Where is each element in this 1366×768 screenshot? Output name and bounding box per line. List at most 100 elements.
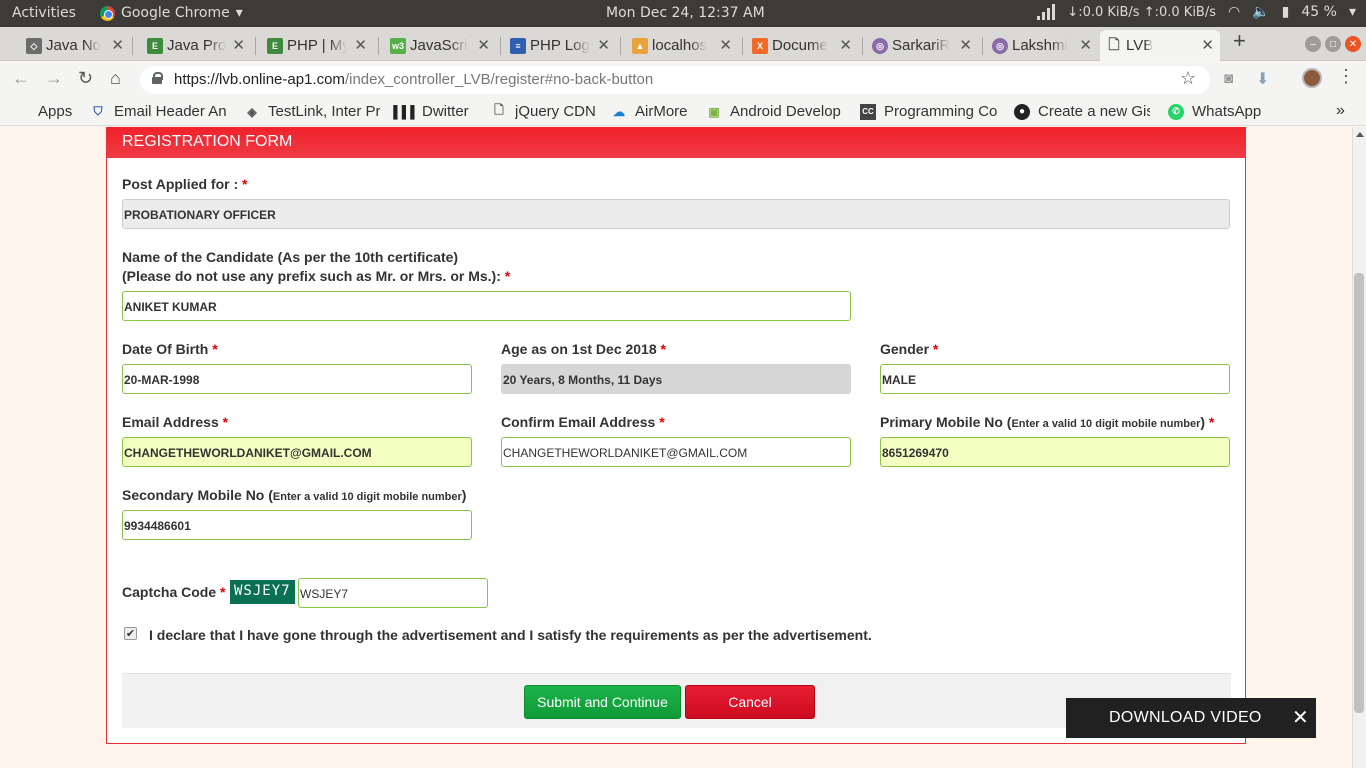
declaration-checkbox[interactable]: ✔ — [124, 627, 137, 640]
tab-sarkari-result[interactable]: ◎ SarkariR ✕ — [866, 30, 978, 61]
app-name: Google Chrome — [121, 5, 230, 21]
primary-mobile-field[interactable]: 8651269470 — [880, 437, 1230, 467]
candidate-name-field[interactable]: ANIKET KUMAR — [122, 291, 851, 321]
maximize-icon[interactable]: □ — [1325, 36, 1341, 52]
scroll-up-icon[interactable] — [1356, 132, 1364, 137]
close-icon[interactable]: ✕ — [959, 36, 972, 54]
system-tray[interactable]: ↓:0.0 KiB/s ↑:0.0 KiB/s ◠ 🔈 ▮ 45 % ▾ — [1037, 4, 1356, 20]
bookmark-testlink[interactable]: ◈ TestLink, Inter Pr — [244, 103, 380, 120]
tab-php-login[interactable]: ≡ PHP Log ✕ — [504, 30, 616, 61]
tab-bar: ◇ Java No ✕ E Java Pro ✕ E PHP | My ✕ w3… — [0, 27, 1366, 61]
page-scrollbar[interactable] — [1352, 127, 1366, 768]
bookmark-jquery-cdn[interactable]: 🗋 jQuery CDN — [491, 103, 596, 120]
name-label: Name of the Candidate (As per the 10th c… — [122, 249, 511, 284]
xampp-doc-icon: X — [752, 38, 768, 54]
android-icon: ▣ — [708, 104, 720, 119]
age-label: Age as on 1st Dec 2018 * — [501, 341, 666, 357]
app-menu[interactable]: Google Chrome ▾ — [100, 5, 243, 21]
tab-java-notes[interactable]: ◇ Java No ✕ — [20, 30, 130, 61]
home-icon[interactable]: ⌂ — [110, 68, 121, 89]
signal-icon — [1037, 4, 1056, 20]
java-notes-icon: ◇ — [26, 38, 42, 54]
bookmark-airmore[interactable]: ☁ AirMore — [611, 103, 688, 120]
scrollbar-thumb[interactable] — [1354, 273, 1364, 713]
tab-localhost[interactable]: ▲ localhos ✕ — [626, 30, 738, 61]
url-text[interactable]: https://lvb.online-ap1.com/index_control… — [174, 71, 653, 88]
document-icon: ≡ — [510, 38, 526, 54]
close-icon[interactable]: ✕ — [477, 36, 490, 54]
download-video-bar[interactable]: DOWNLOAD VIDEO ✕ — [1066, 698, 1316, 738]
lakshmi-icon: ◎ — [992, 38, 1008, 54]
dwitter-icon: ▌▌▌ — [393, 104, 419, 119]
sarkari-icon: ◎ — [872, 38, 888, 54]
new-tab-icon[interactable]: + — [1233, 28, 1246, 54]
age-field: 20 Years, 8 Months, 11 Days — [501, 364, 851, 394]
chevron-double-right-icon[interactable]: » — [1336, 102, 1345, 120]
close-icon[interactable]: ✕ — [1292, 705, 1309, 730]
close-icon[interactable]: ✕ — [1079, 36, 1092, 54]
clock[interactable]: Mon Dec 24, 12:37 AM — [606, 5, 765, 21]
minimize-icon[interactable]: – — [1305, 36, 1321, 52]
dob-field[interactable]: 20-MAR-1998 — [122, 364, 472, 394]
close-icon[interactable]: ✕ — [839, 36, 852, 54]
chevron-down-icon: ▾ — [1348, 4, 1356, 20]
avatar[interactable] — [1302, 68, 1322, 88]
bookmark-apps[interactable]: Apps — [14, 103, 72, 120]
download-icon[interactable]: ⬇ — [1256, 69, 1269, 89]
secondary-mobile-label: Secondary Mobile No (Enter a valid 10 di… — [122, 487, 467, 503]
testlink-icon: ◈ — [247, 104, 257, 119]
close-icon[interactable]: ✕ — [719, 36, 732, 54]
tab-java-programs[interactable]: E Java Pro ✕ — [141, 30, 251, 61]
post-label: Post Applied for : * — [122, 176, 248, 192]
activities-button[interactable]: Activities — [12, 5, 76, 21]
close-icon[interactable]: ✕ — [232, 36, 245, 54]
close-icon[interactable]: ✕ — [111, 36, 124, 54]
confirm-email-label: Confirm Email Address * — [501, 414, 665, 430]
camera-icon[interactable]: ◙ — [1224, 70, 1233, 87]
primary-mobile-label: Primary Mobile No (Enter a valid 10 digi… — [880, 414, 1215, 430]
captcha-label: Captcha Code * — [122, 584, 226, 600]
tab-php-mysql[interactable]: E PHP | My ✕ — [261, 30, 373, 61]
secondary-mobile-field[interactable]: 9934486601 — [122, 510, 472, 540]
page-icon: 🗋 — [1108, 36, 1120, 52]
form-actions: Submit and Continue Cancel — [122, 673, 1231, 728]
bookmark-dwitter[interactable]: ▌▌▌ Dwitter — [393, 103, 468, 120]
reload-icon[interactable]: ↻ — [78, 68, 93, 89]
gender-field[interactable]: MALE — [880, 364, 1230, 394]
email-field[interactable]: CHANGETHEWORLDANIKET@GMAIL.COM — [122, 437, 472, 467]
captcha-field[interactable]: WSJEY7 — [298, 578, 488, 608]
post-field[interactable]: PROBATIONARY OFFICER — [122, 199, 1230, 229]
tab-lakshmi[interactable]: ◎ Lakshmi ✕ — [986, 30, 1098, 61]
page-icon: 🗋 — [494, 103, 504, 117]
bookmark-create-gist[interactable]: ● Create a new Gis — [1014, 103, 1150, 120]
bookmark-whatsapp[interactable]: ✆ WhatsApp — [1168, 103, 1261, 120]
bookmark-android-developers[interactable]: ▣ Android Develop — [706, 103, 841, 120]
email-header-icon: ⛉ — [93, 104, 103, 118]
lock-icon — [152, 72, 163, 84]
window-close-icon[interactable]: ✕ — [1345, 36, 1361, 52]
email-label: Email Address * — [122, 414, 229, 430]
close-icon[interactable]: ✕ — [354, 36, 367, 54]
chrome-icon — [100, 5, 115, 21]
submit-button[interactable]: Submit and Continue — [524, 685, 681, 719]
tab-javascript[interactable]: w3 JavaScri ✕ — [384, 30, 496, 61]
star-icon[interactable]: ☆ — [1180, 68, 1196, 89]
back-arrow-icon[interactable]: ← — [12, 68, 30, 89]
tab-lvb[interactable]: 🗋 LVB ✕ — [1100, 30, 1220, 61]
menu-icon[interactable]: ⋮ — [1337, 66, 1355, 87]
forward-arrow-icon[interactable]: → — [45, 68, 63, 89]
close-icon[interactable]: ✕ — [597, 36, 610, 54]
volume-icon: 🔈 — [1252, 4, 1270, 20]
xampp-icon: ▲ — [632, 38, 648, 54]
bookmark-email-header[interactable]: ⛉ Email Header An — [90, 103, 226, 120]
cancel-button[interactable]: Cancel — [685, 685, 815, 719]
close-icon[interactable]: ✕ — [1201, 36, 1214, 54]
url-bar[interactable]: https://lvb.online-ap1.com/index_control… — [140, 66, 1210, 94]
download-video-label[interactable]: DOWNLOAD VIDEO — [1109, 709, 1262, 726]
java-programs-icon: E — [147, 38, 163, 54]
confirm-email-field[interactable]: CHANGETHEWORLDANIKET@GMAIL.COM — [501, 437, 851, 467]
tab-documentation[interactable]: X Docume ✕ — [746, 30, 858, 61]
declaration-text: I declare that I have gone through the a… — [149, 627, 872, 643]
network-speed: ↓:0.0 KiB/s ↑:0.0 KiB/s — [1067, 4, 1217, 20]
bookmark-programming[interactable]: CC Programming Co — [860, 103, 997, 120]
